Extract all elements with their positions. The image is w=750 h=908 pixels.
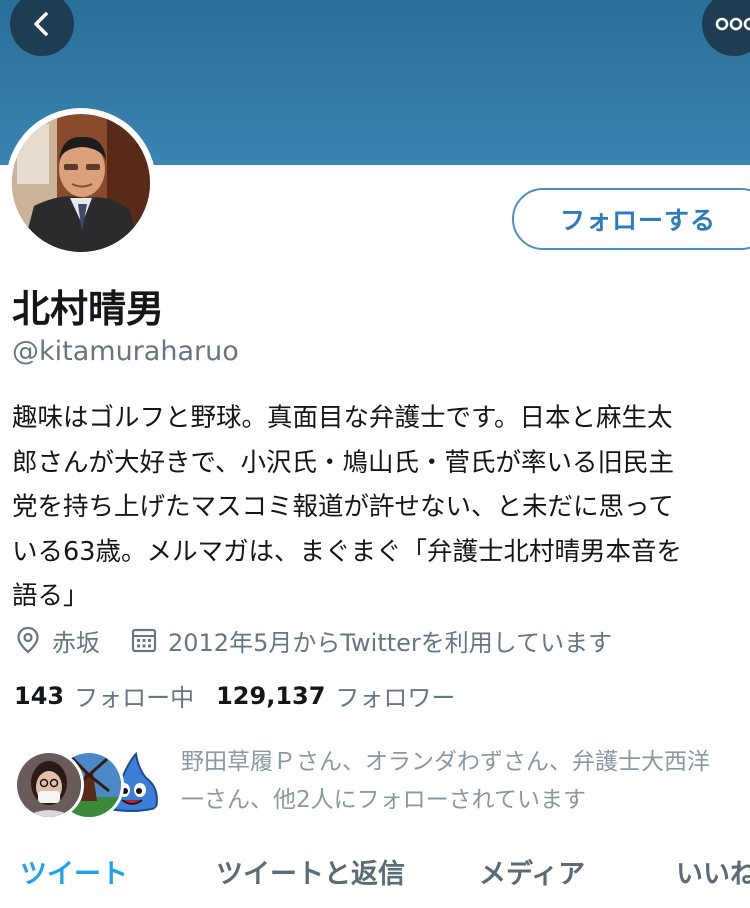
following-label[interactable]: フォロー中 [74,678,194,713]
person-mask-avatar [14,750,84,820]
user-handle: @kitamuraharuo [12,336,239,367]
mutual-followers-avatars[interactable] [14,748,174,820]
following-count[interactable]: 143 [14,682,64,710]
followed-by-text[interactable]: 野田草履Ｐさん、オランダわずさん、弁護士大西洋 一さん、他2人にフォローされてい… [181,743,750,819]
bio-line: いる63歳。メルマガは、まぐまぐ「弁護士北村晴男本音を [12,536,682,567]
tab-tweets[interactable]: ツイート [20,852,128,891]
followers-count[interactable]: 129,137 [216,682,325,710]
bio-line: 郎さんが大好きで、小沢氏・鳩山氏・菅氏が率いる旧民主 [12,447,674,478]
followers-label[interactable]: フォロワー [335,678,455,713]
joined-date-text: 2012年5月からTwitterを利用しています [168,628,613,657]
followed-by-line: 野田草履Ｐさん、オランダわずさん、弁護士大西洋 [181,749,710,775]
followed-by-line: 一さん、他2人にフォローされています [181,787,586,813]
display-name: 北村晴男 [12,287,165,331]
more-horizontal-icon [714,16,750,32]
location-pin-icon [14,626,42,654]
chevron-left-icon [29,9,55,39]
follow-button[interactable]: フォローする [512,188,750,250]
tab-likes[interactable]: いいね [676,852,750,891]
bio-line: 党を持ち上げたマスコミ報道が許せない、と未だに思って [12,492,674,522]
profile-bio: 趣味はゴルフと野球。真面目な弁護士です。日本と麻生太 郎さんが大好きで、小沢氏・… [12,396,750,619]
profile-avatar[interactable] [6,108,156,258]
location-text: 赤坂 [52,628,100,657]
follow-stats: 143 フォロー中 129,137 フォロワー [14,678,477,713]
bio-line: 趣味はゴルフと野球。真面目な弁護士です。日本と麻生太 [12,403,673,433]
tab-tweets-and-replies[interactable]: ツイートと返信 [216,852,405,891]
bio-line: 語る」 [12,581,89,611]
tab-media[interactable]: メディア [479,852,585,891]
profile-meta: 赤坂 2012年5月からTwitterを利用しています [14,622,612,658]
calendar-icon [130,626,158,654]
